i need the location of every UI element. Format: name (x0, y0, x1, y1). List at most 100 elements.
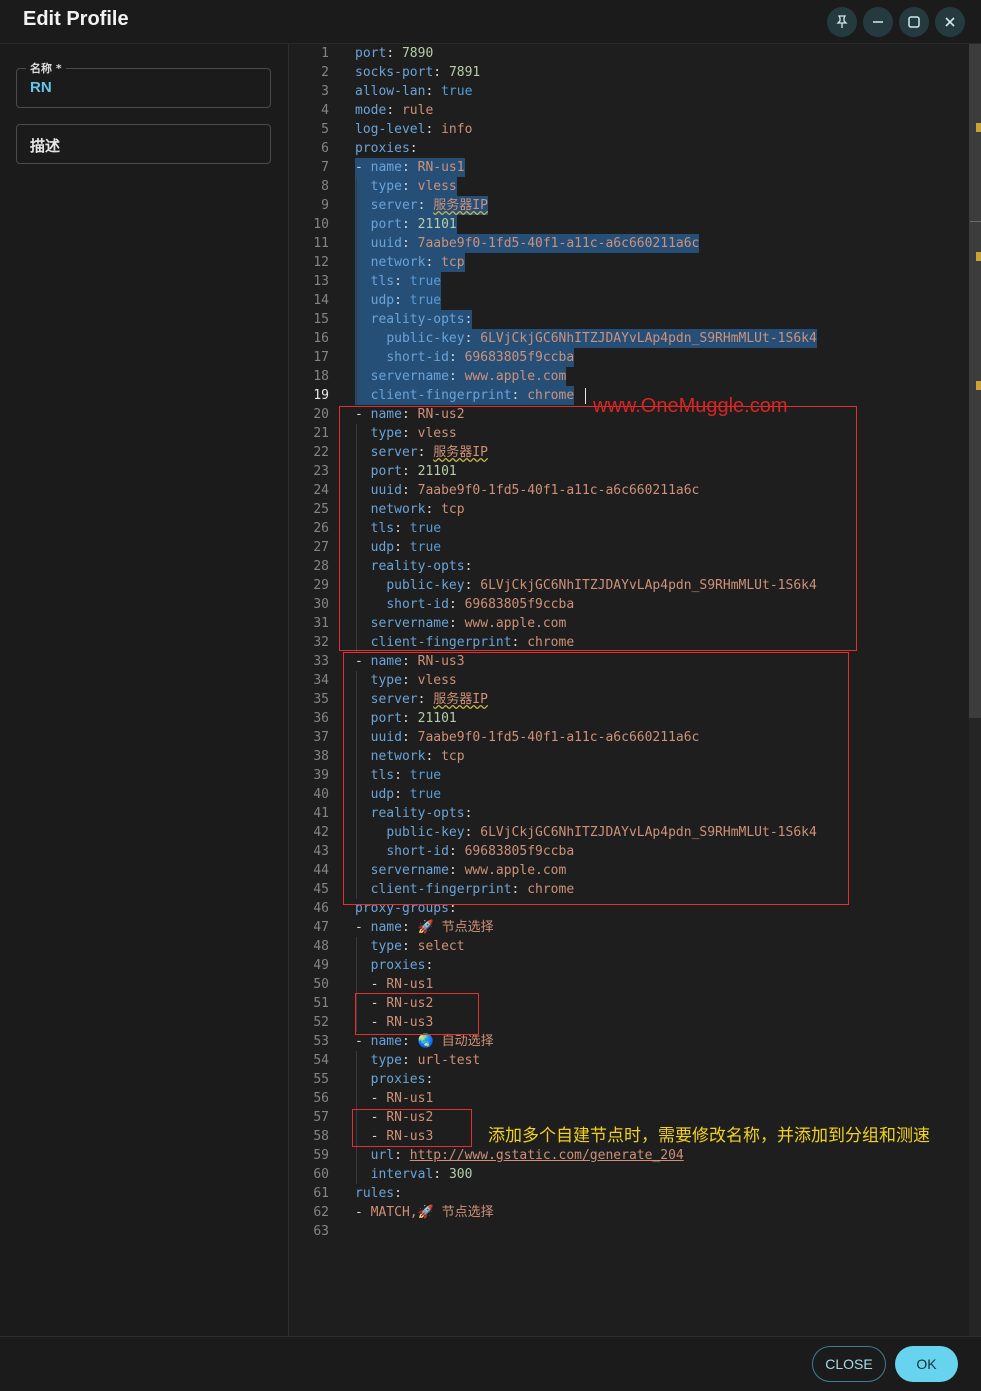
code-line[interactable]: 56 - RN-us1 (289, 1089, 969, 1108)
line-text: network: tcp (355, 253, 465, 272)
line-number: 52 (313, 1015, 329, 1030)
line-number: 30 (313, 597, 329, 612)
line-number: 62 (313, 1205, 329, 1220)
minimize-button[interactable] (863, 7, 893, 37)
line-number: 57 (313, 1110, 329, 1125)
name-field-value[interactable]: RN (30, 79, 52, 96)
code-line[interactable]: 59 url: http://www.gstatic.com/generate_… (289, 1146, 969, 1165)
code-line[interactable]: 5 log-level: info (289, 120, 969, 139)
close-window-button[interactable] (935, 7, 965, 37)
list-dash: - (355, 160, 371, 175)
code-line[interactable]: 12 network: tcp (289, 253, 969, 272)
line-number: 38 (313, 749, 329, 764)
code-line[interactable]: 10 port: 21101 (289, 215, 969, 234)
code-line[interactable]: 16 public-key: 6LVjCkjGC6NhITZJDAYvLAp4p… (289, 329, 969, 348)
line-number: 10 (313, 217, 329, 232)
line-text: server: 服务器IP (355, 196, 488, 215)
close-button[interactable]: CLOSE (812, 1346, 886, 1382)
line-number: 3 (321, 84, 329, 99)
yaml-key: allow-lan (355, 84, 426, 99)
code-line[interactable]: 54 type: url-test (289, 1051, 969, 1070)
line-text: proxies: (355, 956, 434, 975)
profile-form-panel: 名称 * RN 描述 (0, 44, 289, 1336)
yaml-key: proxies (370, 958, 426, 973)
yaml-value: http://www.gstatic.com/generate_204 (409, 1148, 684, 1163)
highlight-box-url-test-group (352, 1109, 472, 1147)
line-number: 56 (313, 1091, 329, 1106)
line-text: port: 21101 (355, 215, 457, 234)
code-line[interactable]: 47 - name: 🚀 节点选择 (289, 918, 969, 937)
line-text: udp: true (355, 291, 442, 310)
maximize-button[interactable] (899, 7, 929, 37)
line-number: 46 (313, 901, 329, 916)
code-line[interactable]: 8 type: vless (289, 177, 969, 196)
line-number: 26 (313, 521, 329, 536)
yaml-value: RN-us1 (417, 160, 465, 175)
line-number: 19 (313, 388, 329, 403)
code-line[interactable]: 1 port: 7890 (289, 44, 969, 63)
code-line[interactable]: 3 allow-lan: true (289, 82, 969, 101)
yaml-colon: : (464, 312, 473, 327)
code-line[interactable]: 14 udp: true (289, 291, 969, 310)
code-line[interactable]: 7 - name: RN-us1 (289, 158, 969, 177)
yaml-colon: : (425, 958, 434, 973)
yaml-colon: : (386, 103, 395, 118)
code-line[interactable]: 55 proxies: (289, 1070, 969, 1089)
code-line[interactable]: 62 - MATCH,🚀 节点选择 (289, 1203, 969, 1222)
yaml-colon: : (401, 939, 410, 954)
line-number: 37 (313, 730, 329, 745)
line-text: - name: RN-us1 (355, 158, 465, 177)
code-line[interactable]: 63 (289, 1222, 969, 1241)
name-field[interactable]: 名称 * RN (16, 60, 271, 108)
line-number: 31 (313, 616, 329, 631)
yaml-key: url (370, 1148, 395, 1163)
code-line[interactable]: 48 type: select (289, 937, 969, 956)
dialog-title: Edit Profile (23, 8, 129, 30)
line-number: 29 (313, 578, 329, 593)
code-line[interactable]: 2 socks-port: 7891 (289, 63, 969, 82)
line-text: interval: 300 (355, 1165, 473, 1184)
yaml-value: true (409, 293, 442, 308)
code-line[interactable]: 60 interval: 300 (289, 1165, 969, 1184)
line-number: 18 (313, 369, 329, 384)
yaml-key: server (370, 198, 418, 213)
line-text: public-key: 6LVjCkjGC6NhITZJDAYvLAp4pdn_… (355, 329, 817, 348)
yaml-value: RN-us1 (386, 977, 434, 992)
line-number: 4 (321, 103, 329, 118)
code-line[interactable]: 15 reality-opts: (289, 310, 969, 329)
yaml-key: mode (355, 103, 387, 118)
line-number: 9 (321, 198, 329, 213)
code-line[interactable]: 18 servername: www.apple.com (289, 367, 969, 386)
code-line[interactable]: 61 rules: (289, 1184, 969, 1203)
yaml-key: proxies (355, 141, 410, 156)
code-line[interactable]: 49 proxies: (289, 956, 969, 975)
ok-button[interactable]: OK (895, 1346, 958, 1382)
line-number: 51 (313, 996, 329, 1011)
code-line[interactable]: 17 short-id: 69683805f9ccba (289, 348, 969, 367)
code-line[interactable]: 6 proxies: (289, 139, 969, 158)
line-number: 59 (313, 1148, 329, 1163)
overview-ruler-mark (976, 123, 981, 132)
code-line[interactable]: 11 uuid: 7aabe9f0-1fd5-40f1-a11c-a6c6602… (289, 234, 969, 253)
yaml-colon: : (401, 236, 410, 251)
yaml-value: 服务器IP (433, 198, 488, 213)
pin-button[interactable] (827, 7, 857, 37)
line-number: 6 (321, 141, 329, 156)
highlight-box-select-group (355, 993, 479, 1035)
code-line[interactable]: 50 - RN-us1 (289, 975, 969, 994)
code-line[interactable]: 9 server: 服务器IP (289, 196, 969, 215)
code-line[interactable]: 13 tls: true (289, 272, 969, 291)
description-field[interactable]: 描述 (16, 124, 271, 164)
code-line[interactable]: 4 mode: rule (289, 101, 969, 120)
yaml-key: type (370, 939, 402, 954)
